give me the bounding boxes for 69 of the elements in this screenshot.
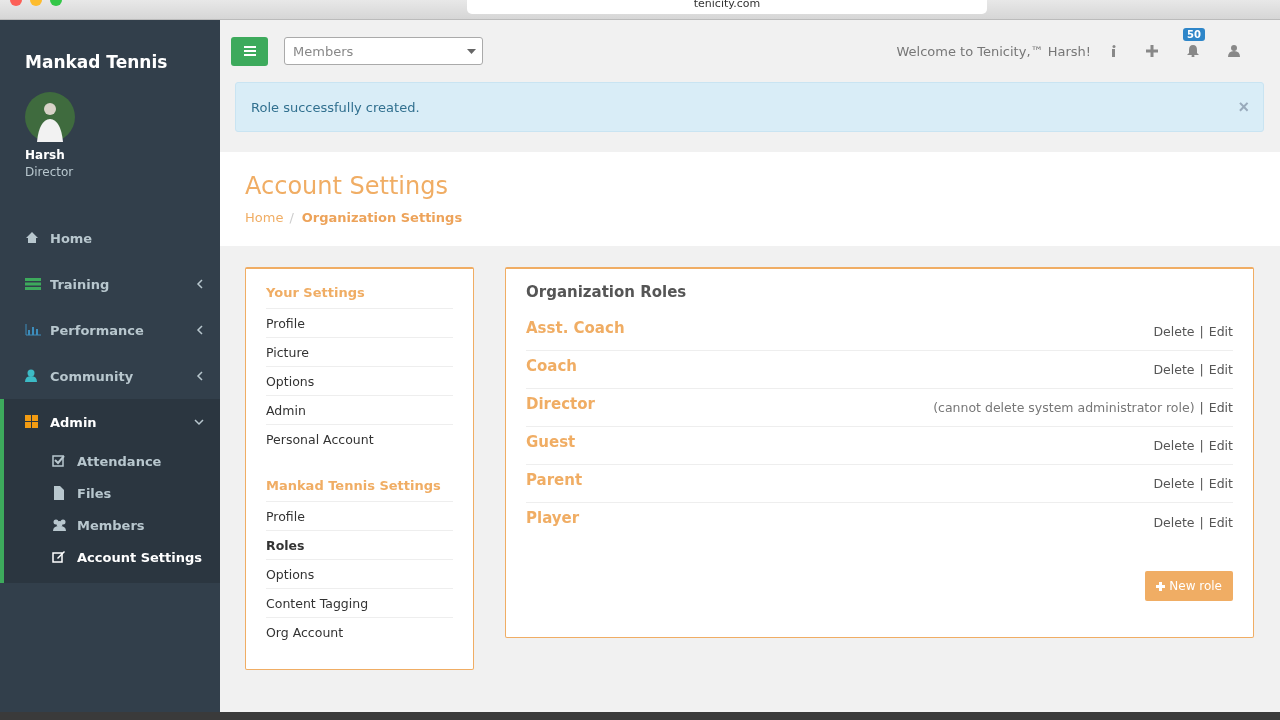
link-separator: | <box>1199 514 1204 530</box>
settings-link[interactable]: Personal Account <box>266 425 453 454</box>
edit-link[interactable]: Edit <box>1208 324 1233 339</box>
delete-link[interactable]: Delete <box>1153 514 1195 530</box>
sidebar-item[interactable]: Community <box>4 353 220 399</box>
grid-icon <box>25 415 41 429</box>
caret-icon <box>467 48 476 54</box>
edit-link[interactable]: Edit <box>1208 438 1233 453</box>
sidebar-item[interactable]: Training <box>4 261 220 307</box>
delete-link[interactable]: Delete <box>1153 438 1195 453</box>
sidebar-subitem[interactable]: Members <box>52 509 220 541</box>
sidebar-subitem[interactable]: Account Settings <box>52 541 220 573</box>
brand-name: Mankad Tennis <box>24 51 169 72</box>
link-separator: | <box>1199 324 1204 339</box>
members-dropdown[interactable]: Members <box>284 37 483 65</box>
info-button[interactable] <box>1111 45 1117 57</box>
link-separator: | <box>1199 400 1204 415</box>
users-icon <box>52 518 67 532</box>
sidebar-subitem[interactable]: Files <box>52 477 220 509</box>
checkbox-icon <box>52 454 67 468</box>
settings-link[interactable]: Org Account <box>266 618 453 647</box>
edit-icon <box>52 550 67 564</box>
sidebar-item[interactable]: Admin <box>4 399 220 445</box>
panel-title: Organization Roles <box>526 283 688 301</box>
link-separator: | <box>1199 476 1204 491</box>
edit-link[interactable]: Edit <box>1208 400 1233 415</box>
delete-link[interactable]: Delete <box>1153 362 1195 377</box>
file-icon <box>52 486 67 500</box>
info-icon <box>1111 45 1117 57</box>
menu-icon <box>243 46 256 56</box>
user-icon <box>1228 45 1240 57</box>
edit-link[interactable]: Edit <box>1208 362 1233 377</box>
user-name: Harsh <box>25 148 66 162</box>
sidebar-item[interactable]: Home <box>4 215 220 261</box>
user-role: Director <box>25 165 75 179</box>
role-note: (cannot delete system administrator role) <box>933 400 1195 415</box>
settings-link[interactable]: Content Tagging <box>266 589 453 618</box>
bar-chart-icon <box>25 323 41 337</box>
delete-link[interactable]: Delete <box>1153 324 1195 339</box>
page-title: Account Settings <box>245 172 449 200</box>
avatar <box>25 92 75 142</box>
group-title: Your Settings <box>266 283 453 309</box>
settings-link[interactable]: Options <box>266 367 453 396</box>
user-button[interactable] <box>1228 45 1240 57</box>
sidebar-item[interactable]: Performance <box>4 307 220 353</box>
settings-link[interactable]: Profile <box>266 309 453 338</box>
delete-link[interactable]: Delete <box>1153 476 1195 491</box>
home-icon <box>25 231 41 245</box>
notification-count: 50 <box>1183 28 1205 41</box>
settings-link[interactable]: Roles <box>266 531 453 560</box>
link-separator: | <box>1199 362 1204 377</box>
settings-link[interactable]: Options <box>266 560 453 589</box>
plus-icon <box>1156 581 1166 591</box>
bell-icon <box>1187 45 1199 57</box>
plus-icon <box>1146 45 1158 57</box>
settings-link[interactable]: Profile <box>266 502 453 531</box>
edit-link[interactable]: Edit <box>1208 514 1233 530</box>
settings-link[interactable]: Picture <box>266 338 453 367</box>
add-button[interactable] <box>1146 45 1158 57</box>
breadcrumb-separator: / <box>289 210 294 225</box>
link-separator: | <box>1199 438 1204 453</box>
settings-link[interactable]: Admin <box>266 396 453 425</box>
group-title: Mankad Tennis Settings <box>266 476 453 502</box>
alert-message: Role successfully created. <box>251 99 420 115</box>
menu-button[interactable] <box>231 36 268 66</box>
list-icon <box>25 277 41 291</box>
welcome-text: Welcome to Tenicity,™ Harsh! <box>896 43 1091 59</box>
edit-link[interactable]: Edit <box>1208 476 1233 491</box>
sidebar-subitem[interactable]: Attendance <box>52 445 220 477</box>
